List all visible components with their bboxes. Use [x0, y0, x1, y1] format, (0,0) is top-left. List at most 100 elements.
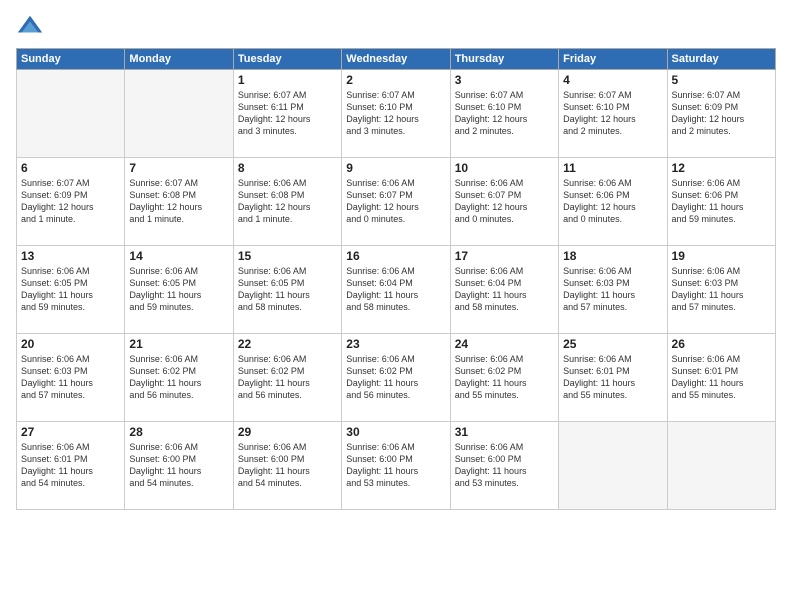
cell-daylight-info: Sunrise: 6:06 AM Sunset: 6:02 PM Dayligh… — [129, 353, 228, 402]
day-number: 28 — [129, 425, 228, 439]
day-number: 6 — [21, 161, 120, 175]
cell-daylight-info: Sunrise: 6:06 AM Sunset: 6:01 PM Dayligh… — [21, 441, 120, 490]
cell-daylight-info: Sunrise: 6:06 AM Sunset: 6:00 PM Dayligh… — [455, 441, 554, 490]
calendar-cell: 31 Sunrise: 6:06 AM Sunset: 6:00 PM Dayli… — [450, 422, 558, 510]
day-number: 8 — [238, 161, 337, 175]
cell-daylight-info: Sunrise: 6:06 AM Sunset: 6:02 PM Dayligh… — [346, 353, 445, 402]
calendar-cell: 21 Sunrise: 6:06 AM Sunset: 6:02 PM Dayli… — [125, 334, 233, 422]
day-number: 31 — [455, 425, 554, 439]
cell-daylight-info: Sunrise: 6:06 AM Sunset: 6:07 PM Dayligh… — [346, 177, 445, 226]
calendar-week-row: 6 Sunrise: 6:07 AM Sunset: 6:09 PM Daylig… — [17, 158, 776, 246]
day-number: 27 — [21, 425, 120, 439]
logo — [16, 12, 48, 40]
calendar-cell: 7Sunrise: 6:07 AM Sunset: 6:08 PM Daylig… — [125, 158, 233, 246]
calendar-cell: 22Sunrise: 6:06 AM Sunset: 6:02 PM Dayli… — [233, 334, 341, 422]
calendar-cell: 8 Sunrise: 6:06 AM Sunset: 6:08 PM Daylig… — [233, 158, 341, 246]
day-number: 7 — [129, 161, 228, 175]
day-of-week-header: Wednesday — [342, 49, 450, 70]
cell-daylight-info: Sunrise: 6:06 AM Sunset: 6:00 PM Dayligh… — [346, 441, 445, 490]
calendar-cell: 15 Sunrise: 6:06 AM Sunset: 6:05 PM Dayli… — [233, 246, 341, 334]
calendar-cell — [667, 422, 775, 510]
day-number: 12 — [672, 161, 771, 175]
calendar-cell: 27 Sunrise: 6:06 AM Sunset: 6:01 PM Dayli… — [17, 422, 125, 510]
day-number: 3 — [455, 73, 554, 87]
cell-daylight-info: Sunrise: 6:06 AM Sunset: 6:08 PM Dayligh… — [238, 177, 337, 226]
calendar-cell: 29 Sunrise: 6:06 AM Sunset: 6:00 PM Dayli… — [233, 422, 341, 510]
day-number: 18 — [563, 249, 662, 263]
day-number: 5 — [672, 73, 771, 87]
cell-daylight-info: Sunrise: 6:06 AM Sunset: 6:02 PM Dayligh… — [238, 353, 337, 402]
cell-daylight-info: Sunrise: 6:07 AM Sunset: 6:10 PM Dayligh… — [563, 89, 662, 138]
day-number: 20 — [21, 337, 120, 351]
cell-daylight-info: Sunrise: 6:07 AM Sunset: 6:09 PM Dayligh… — [672, 89, 771, 138]
cell-daylight-info: Sunrise: 6:07 AM Sunset: 6:10 PM Dayligh… — [346, 89, 445, 138]
calendar-cell: 13 Sunrise: 6:06 AM Sunset: 6:05 PM Dayli… — [17, 246, 125, 334]
cell-daylight-info: Sunrise: 6:06 AM Sunset: 6:04 PM Dayligh… — [346, 265, 445, 314]
cell-daylight-info: Sunrise: 6:07 AM Sunset: 6:11 PM Dayligh… — [238, 89, 337, 138]
calendar-cell: 12 Sunrise: 6:06 AM Sunset: 6:06 PM Dayli… — [667, 158, 775, 246]
day-number: 30 — [346, 425, 445, 439]
calendar-cell: 19Sunrise: 6:06 AM Sunset: 6:03 PM Dayli… — [667, 246, 775, 334]
calendar-cell: 1Sunrise: 6:07 AM Sunset: 6:11 PM Daylig… — [233, 70, 341, 158]
cell-daylight-info: Sunrise: 6:06 AM Sunset: 6:00 PM Dayligh… — [129, 441, 228, 490]
calendar-cell: 25Sunrise: 6:06 AM Sunset: 6:01 PM Dayli… — [559, 334, 667, 422]
day-of-week-header: Tuesday — [233, 49, 341, 70]
cell-daylight-info: Sunrise: 6:07 AM Sunset: 6:09 PM Dayligh… — [21, 177, 120, 226]
day-number: 26 — [672, 337, 771, 351]
day-number: 21 — [129, 337, 228, 351]
calendar-cell: 16Sunrise: 6:06 AM Sunset: 6:04 PM Dayli… — [342, 246, 450, 334]
cell-daylight-info: Sunrise: 6:06 AM Sunset: 6:00 PM Dayligh… — [238, 441, 337, 490]
day-of-week-header: Friday — [559, 49, 667, 70]
calendar-cell: 23 Sunrise: 6:06 AM Sunset: 6:02 PM Dayli… — [342, 334, 450, 422]
cell-daylight-info: Sunrise: 6:06 AM Sunset: 6:04 PM Dayligh… — [455, 265, 554, 314]
calendar-cell: 17 Sunrise: 6:06 AM Sunset: 6:04 PM Dayli… — [450, 246, 558, 334]
day-number: 17 — [455, 249, 554, 263]
calendar-cell: 18Sunrise: 6:06 AM Sunset: 6:03 PM Dayli… — [559, 246, 667, 334]
day-number: 9 — [346, 161, 445, 175]
calendar-cell: 28 Sunrise: 6:06 AM Sunset: 6:00 PM Dayli… — [125, 422, 233, 510]
day-number: 23 — [346, 337, 445, 351]
calendar-cell — [559, 422, 667, 510]
calendar-week-row: 13 Sunrise: 6:06 AM Sunset: 6:05 PM Dayli… — [17, 246, 776, 334]
day-number: 24 — [455, 337, 554, 351]
day-of-week-header: Saturday — [667, 49, 775, 70]
calendar-cell: 14 Sunrise: 6:06 AM Sunset: 6:05 PM Dayli… — [125, 246, 233, 334]
calendar-cell: 9 Sunrise: 6:06 AM Sunset: 6:07 PM Daylig… — [342, 158, 450, 246]
calendar-cell: 11 Sunrise: 6:06 AM Sunset: 6:06 PM Dayli… — [559, 158, 667, 246]
day-number: 14 — [129, 249, 228, 263]
cell-daylight-info: Sunrise: 6:06 AM Sunset: 6:07 PM Dayligh… — [455, 177, 554, 226]
logo-icon — [16, 12, 44, 40]
cell-daylight-info: Sunrise: 6:06 AM Sunset: 6:06 PM Dayligh… — [672, 177, 771, 226]
calendar-cell: 24 Sunrise: 6:06 AM Sunset: 6:02 PM Dayli… — [450, 334, 558, 422]
day-number: 29 — [238, 425, 337, 439]
cell-daylight-info: Sunrise: 6:06 AM Sunset: 6:05 PM Dayligh… — [129, 265, 228, 314]
calendar-cell — [125, 70, 233, 158]
calendar-week-row: 20 Sunrise: 6:06 AM Sunset: 6:03 PM Dayli… — [17, 334, 776, 422]
calendar-cell: 20 Sunrise: 6:06 AM Sunset: 6:03 PM Dayli… — [17, 334, 125, 422]
page-header — [16, 12, 776, 40]
day-number: 11 — [563, 161, 662, 175]
calendar-week-row: 27 Sunrise: 6:06 AM Sunset: 6:01 PM Dayli… — [17, 422, 776, 510]
calendar-header: SundayMondayTuesdayWednesdayThursdayFrid… — [17, 49, 776, 70]
calendar-table: SundayMondayTuesdayWednesdayThursdayFrid… — [16, 48, 776, 510]
day-number: 15 — [238, 249, 337, 263]
calendar-cell: 30 Sunrise: 6:06 AM Sunset: 6:00 PM Dayli… — [342, 422, 450, 510]
calendar-cell — [17, 70, 125, 158]
calendar-cell: 2 Sunrise: 6:07 AM Sunset: 6:10 PM Daylig… — [342, 70, 450, 158]
calendar-cell: 10Sunrise: 6:06 AM Sunset: 6:07 PM Dayli… — [450, 158, 558, 246]
cell-daylight-info: Sunrise: 6:06 AM Sunset: 6:06 PM Dayligh… — [563, 177, 662, 226]
day-number: 19 — [672, 249, 771, 263]
day-number: 13 — [21, 249, 120, 263]
calendar-cell: 5 Sunrise: 6:07 AM Sunset: 6:09 PM Daylig… — [667, 70, 775, 158]
calendar-cell: 6 Sunrise: 6:07 AM Sunset: 6:09 PM Daylig… — [17, 158, 125, 246]
cell-daylight-info: Sunrise: 6:07 AM Sunset: 6:10 PM Dayligh… — [455, 89, 554, 138]
cell-daylight-info: Sunrise: 6:06 AM Sunset: 6:02 PM Dayligh… — [455, 353, 554, 402]
cell-daylight-info: Sunrise: 6:06 AM Sunset: 6:01 PM Dayligh… — [563, 353, 662, 402]
cell-daylight-info: Sunrise: 6:06 AM Sunset: 6:05 PM Dayligh… — [21, 265, 120, 314]
cell-daylight-info: Sunrise: 6:06 AM Sunset: 6:03 PM Dayligh… — [21, 353, 120, 402]
cell-daylight-info: Sunrise: 6:06 AM Sunset: 6:05 PM Dayligh… — [238, 265, 337, 314]
day-number: 2 — [346, 73, 445, 87]
day-of-week-header: Thursday — [450, 49, 558, 70]
calendar-cell: 3 Sunrise: 6:07 AM Sunset: 6:10 PM Daylig… — [450, 70, 558, 158]
day-of-week-header: Monday — [125, 49, 233, 70]
